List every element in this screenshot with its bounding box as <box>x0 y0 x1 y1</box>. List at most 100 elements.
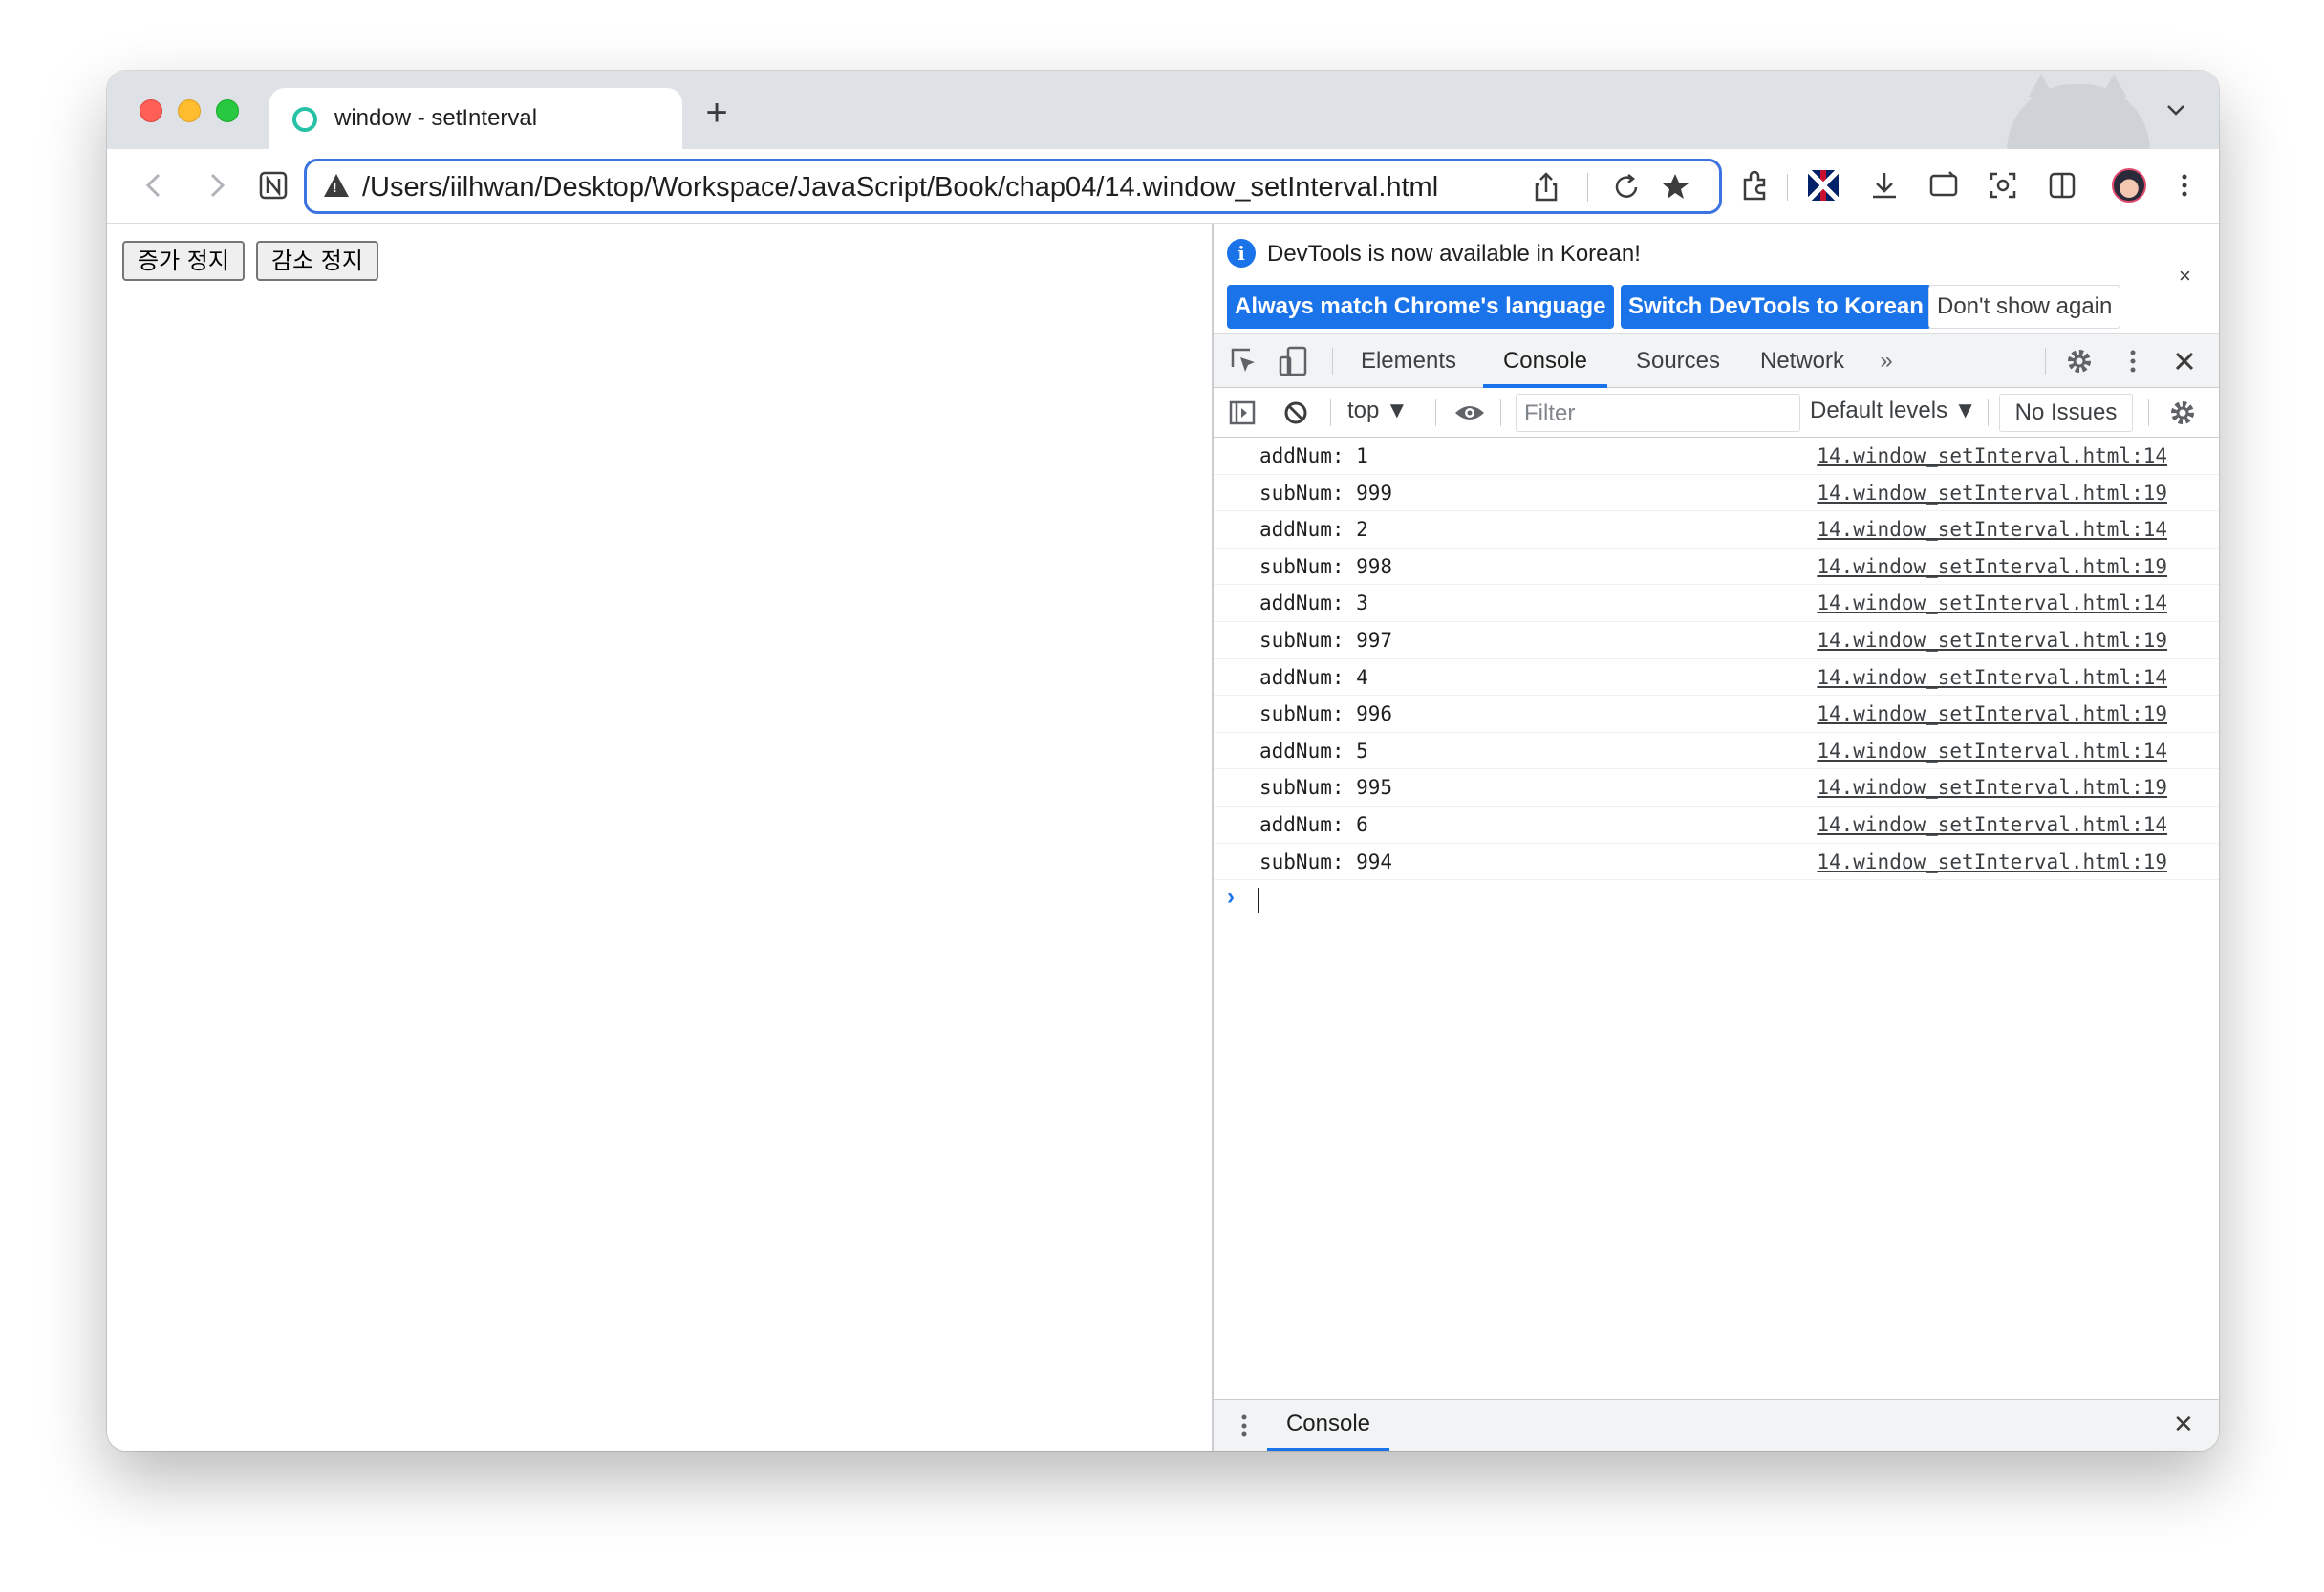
close-window-button[interactable] <box>140 99 162 122</box>
console-log-row: subNum: 995 14.window_setInterval.html:1… <box>1214 769 2219 807</box>
uk-flag-icon[interactable] <box>1808 170 1839 201</box>
console-filter-bar: top ▼ Filter Default levels ▼ No Issues <box>1214 388 2219 438</box>
log-source-link[interactable]: 14.window_setInterval.html:14 <box>1817 518 2167 541</box>
log-source-link[interactable]: 14.window_setInterval.html:14 <box>1817 740 2167 763</box>
log-source-link[interactable]: 14.window_setInterval.html:19 <box>1817 776 2167 799</box>
sidebar-toggle-icon[interactable] <box>1223 394 1261 432</box>
reload-extension-icon[interactable] <box>1608 169 1645 205</box>
clear-console-icon[interactable] <box>1277 394 1315 432</box>
always-match-language-button[interactable]: Always match Chrome's language <box>1227 285 1614 329</box>
zoom-window-button[interactable] <box>216 99 239 122</box>
log-source-link[interactable]: 14.window_setInterval.html:19 <box>1817 850 2167 873</box>
stop-increment-button[interactable]: 증가 정지 <box>122 241 245 281</box>
close-devtools-icon[interactable] <box>2165 342 2204 380</box>
tab-elements[interactable]: Elements <box>1353 334 1464 388</box>
tab-title: window - setInterval <box>334 105 538 131</box>
switch-to-korean-button[interactable]: Switch DevTools to Korean <box>1621 285 1931 329</box>
profile-avatar[interactable] <box>2112 168 2146 203</box>
device-toolbar-icon[interactable] <box>1275 342 1313 380</box>
page-viewport: 증가 정지 감소 정지 <box>107 224 1212 1451</box>
log-message: subNum: 999 <box>1259 481 1393 505</box>
drawer-menu-icon[interactable] <box>1235 1409 1254 1442</box>
notion-icon[interactable] <box>254 166 292 204</box>
log-source-link[interactable]: 14.window_setInterval.html:19 <box>1817 555 2167 578</box>
console-log-row: subNum: 996 14.window_setInterval.html:1… <box>1214 696 2219 733</box>
log-source-link[interactable]: 14.window_setInterval.html:14 <box>1817 813 2167 836</box>
prompt-chevron-icon: › <box>1227 884 1235 911</box>
log-source-link[interactable]: 14.window_setInterval.html:14 <box>1817 444 2167 467</box>
more-tabs-icon[interactable]: » <box>1867 334 1905 388</box>
language-infobar: i DevTools is now available in Korean! ×… <box>1214 224 2219 334</box>
tab-strip: window - setInterval + <box>107 71 2219 151</box>
log-source-link[interactable]: 14.window_setInterval.html:14 <box>1817 666 2167 689</box>
console-log-row: subNum: 998 14.window_setInterval.html:1… <box>1214 549 2219 586</box>
screenshot-icon[interactable] <box>1984 166 2022 204</box>
log-message: subNum: 996 <box>1259 702 1393 726</box>
log-message: addNum: 1 <box>1259 444 1368 467</box>
log-levels-dropdown[interactable]: Default levels ▼ <box>1810 398 1977 424</box>
log-message: addNum: 4 <box>1259 665 1368 689</box>
more-menu-icon[interactable] <box>2165 166 2204 204</box>
console-log-row: addNum: 1 14.window_setInterval.html:14 <box>1214 438 2219 475</box>
chevron-down-icon[interactable] <box>2162 96 2190 124</box>
new-tab-button[interactable]: + <box>698 94 736 134</box>
devtools-menu-icon[interactable] <box>2114 342 2152 380</box>
console-log-row: addNum: 3 14.window_setInterval.html:14 <box>1214 585 2219 622</box>
inspect-element-icon[interactable] <box>1225 342 1263 380</box>
devtools-drawer: Console ✕ <box>1214 1399 2219 1451</box>
console-log-row: addNum: 2 14.window_setInterval.html:14 <box>1214 511 2219 549</box>
console-log-row: addNum: 5 14.window_setInterval.html:14 <box>1214 733 2219 770</box>
infobar-close-icon[interactable]: × <box>2179 264 2191 289</box>
extensions-icon[interactable] <box>1735 166 1774 204</box>
log-message: addNum: 3 <box>1259 592 1368 615</box>
tab-sources[interactable]: Sources <box>1623 334 1733 388</box>
devtools-tab-bar: Elements Console Sources Network » <box>1214 334 2219 388</box>
address-bar[interactable]: ! /Users/iilhwan/Desktop/Workspace/JavaS… <box>304 159 1722 214</box>
log-source-link[interactable]: 14.window_setInterval.html:14 <box>1817 592 2167 614</box>
log-message: subNum: 995 <box>1259 776 1393 800</box>
console-settings-gear-icon[interactable] <box>2163 394 2202 432</box>
console-filter-input[interactable]: Filter <box>1516 394 1800 432</box>
infobar-message: DevTools is now available in Korean! <box>1267 241 1641 267</box>
drawer-tab-console[interactable]: Console <box>1267 1400 1389 1451</box>
log-message: addNum: 5 <box>1259 739 1368 763</box>
forward-icon[interactable] <box>197 166 235 204</box>
browser-toolbar: ! /Users/iilhwan/Desktop/Workspace/JavaS… <box>107 149 2219 224</box>
live-expression-eye-icon[interactable] <box>1451 394 1489 432</box>
minimize-window-button[interactable] <box>178 99 201 122</box>
bookmark-star-icon[interactable] <box>1660 169 1696 205</box>
drawer-close-icon[interactable]: ✕ <box>2173 1409 2194 1439</box>
devtools-panel: i DevTools is now available in Korean! ×… <box>1212 224 2219 1451</box>
info-icon: i <box>1227 239 1256 268</box>
url-text[interactable]: /Users/iilhwan/Desktop/Workspace/JavaScr… <box>362 172 1438 204</box>
log-message: subNum: 998 <box>1259 554 1393 578</box>
console-log-row: addNum: 4 14.window_setInterval.html:14 <box>1214 659 2219 697</box>
side-panel-icon[interactable] <box>2043 166 2081 204</box>
log-message: addNum: 2 <box>1259 518 1368 542</box>
log-message: addNum: 6 <box>1259 812 1368 836</box>
console-log-row: addNum: 6 14.window_setInterval.html:14 <box>1214 807 2219 844</box>
text-caret <box>1258 888 1259 914</box>
log-source-link[interactable]: 14.window_setInterval.html:19 <box>1817 702 2167 725</box>
issues-counter-button[interactable]: No Issues <box>1999 394 2133 432</box>
console-log-row: subNum: 997 14.window_setInterval.html:1… <box>1214 622 2219 659</box>
cat-decoration-icon <box>2007 75 2150 151</box>
tab-network[interactable]: Network <box>1749 334 1856 388</box>
settings-gear-icon[interactable] <box>2060 342 2098 380</box>
log-message: subNum: 997 <box>1259 628 1393 652</box>
back-icon[interactable] <box>136 166 174 204</box>
console-prompt[interactable]: › <box>1214 880 2219 918</box>
log-message: subNum: 994 <box>1259 850 1393 873</box>
context-selector[interactable]: top ▼ <box>1347 398 1409 424</box>
dont-show-again-button[interactable]: Don't show again <box>1928 285 2121 329</box>
browser-tab[interactable]: window - setInterval <box>269 88 682 149</box>
console-log-row: subNum: 994 14.window_setInterval.html:1… <box>1214 844 2219 881</box>
log-source-link[interactable]: 14.window_setInterval.html:19 <box>1817 629 2167 652</box>
share-icon[interactable] <box>1528 169 1564 205</box>
download-icon[interactable] <box>1865 166 1904 204</box>
tab-console[interactable]: Console <box>1483 334 1607 388</box>
log-source-link[interactable]: 14.window_setInterval.html:19 <box>1817 482 2167 505</box>
cast-icon[interactable] <box>1925 166 1963 204</box>
filter-placeholder: Filter <box>1524 400 1576 426</box>
stop-decrement-button[interactable]: 감소 정지 <box>256 241 378 281</box>
